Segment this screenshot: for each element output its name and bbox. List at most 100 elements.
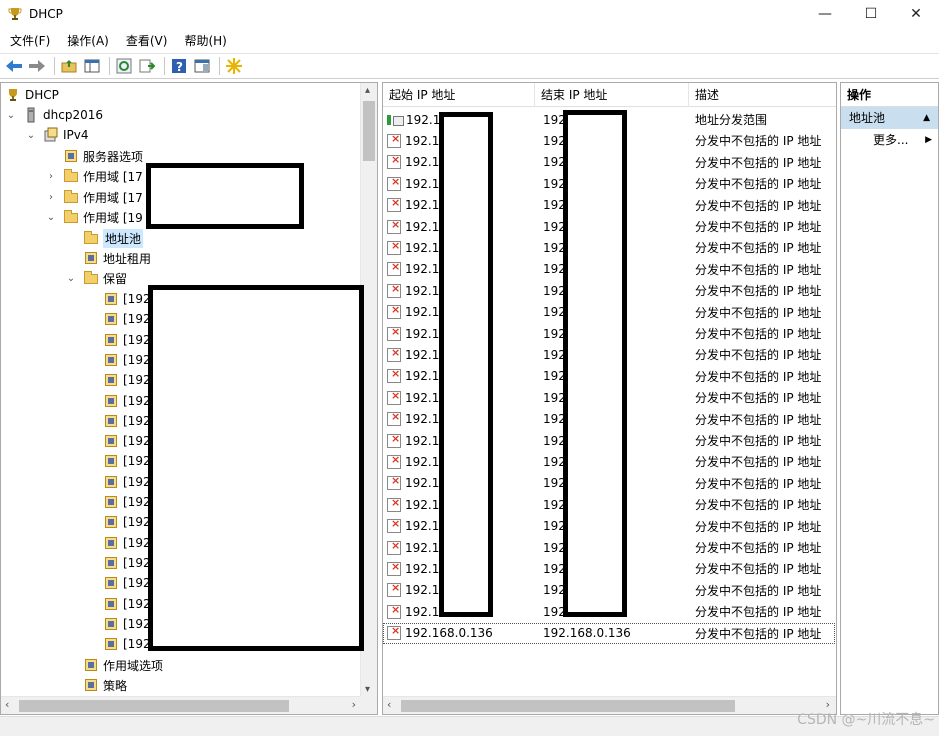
maximize-button[interactable]: ☐	[848, 0, 894, 28]
new-star-icon[interactable]	[224, 56, 244, 76]
actions-more-item[interactable]: 更多... ▶	[841, 129, 938, 151]
tree-node-reservation-item[interactable]: [192	[103, 411, 151, 431]
chevron-down-icon[interactable]: ⌄	[5, 110, 17, 121]
tree-node-scope-options[interactable]: 作用域选项	[83, 655, 163, 675]
collapse-up-icon[interactable]: ▲	[923, 107, 930, 129]
exclusion-icon	[387, 581, 401, 598]
tree-node-scope-1[interactable]: › 作用域 [17	[45, 166, 143, 186]
tree-node-reservation-item[interactable]: [192	[103, 350, 151, 370]
tree-node-ipv4[interactable]: ⌄ IPv4	[25, 125, 89, 145]
policy-icon	[83, 677, 99, 693]
tree-node-reservation-item[interactable]: [192	[103, 309, 151, 329]
tree-node-reservation-item[interactable]: [192	[103, 533, 151, 553]
chevron-down-icon[interactable]: ⌄	[25, 130, 37, 141]
console-tree-pane[interactable]: DHCP ⌄ dhcp2016 ⌄ IPv4 服务器选项 › 作用域 [17 ›…	[0, 82, 378, 715]
svg-text:?: ?	[176, 60, 183, 74]
tree-node-reservation-item[interactable]: [192	[103, 634, 151, 654]
tree-node-scope-2[interactable]: › 作用域 [17	[45, 187, 143, 207]
description-cell: 分发中不包括的 IP 地址	[695, 155, 822, 170]
show-console-tree-icon[interactable]	[82, 56, 102, 76]
exclusion-icon	[387, 325, 401, 341]
tree-label: [192	[123, 637, 151, 652]
tree-node-policies[interactable]: 策略	[83, 675, 127, 695]
tree-node-reservation-item[interactable]: [192	[103, 451, 151, 471]
tree-node-server-options[interactable]: 服务器选项	[63, 146, 143, 166]
tree-node-reservation-item[interactable]: [192	[103, 330, 151, 350]
menu-help[interactable]: 帮助(H)	[184, 32, 226, 49]
tree-node-reservation-item[interactable]: [192	[103, 391, 151, 411]
tree-horizontal-scrollbar[interactable]: ‹ ›	[1, 696, 362, 714]
menu-view[interactable]: 查看(V)	[126, 32, 168, 49]
tree-node-reservation-item[interactable]: [192	[103, 512, 151, 532]
submenu-arrow-icon: ▶	[925, 135, 932, 145]
list-horizontal-scrollbar[interactable]: ‹ ›	[383, 696, 836, 714]
reservation-icon	[103, 332, 119, 348]
tree-node-reservation-item[interactable]: [192	[103, 573, 151, 593]
minimize-button[interactable]: —	[802, 0, 848, 28]
menu-file[interactable]: 文件(F)	[10, 32, 50, 49]
tree-node-address-leases[interactable]: 地址租用	[83, 248, 151, 268]
column-header-start-ip[interactable]: 起始 IP 地址	[383, 83, 535, 107]
tree-node-reservation-item[interactable]: [192	[103, 370, 151, 390]
exclusion-icon	[387, 603, 401, 619]
window-title: DHCP	[29, 7, 63, 21]
start-ip-cell: 192.1	[406, 112, 441, 127]
tree-label: [192	[123, 474, 151, 489]
chevron-right-icon[interactable]: ›	[45, 192, 57, 203]
actions-section-address-pool[interactable]: 地址池 ▲	[841, 107, 938, 129]
help-icon[interactable]: ?	[169, 56, 189, 76]
tree-node-reservation-item[interactable]: [192	[103, 289, 151, 309]
actions-more-label: 更多...	[873, 133, 909, 147]
scroll-left-icon[interactable]: ‹	[5, 698, 9, 711]
description-cell: 分发中不包括的 IP 地址	[695, 498, 822, 513]
tree-node-reservations[interactable]: ⌄ 保留	[65, 268, 127, 288]
refresh-icon[interactable]	[114, 56, 134, 76]
tree-scroll-thumb[interactable]	[363, 101, 375, 161]
tree-node-reservation-item[interactable]: [192	[103, 614, 151, 634]
tree-label: 地址租用	[103, 251, 152, 266]
chevron-down-icon[interactable]: ⌄	[65, 273, 77, 284]
exclusion-icon	[387, 389, 401, 405]
scroll-up-icon[interactable]: ▴	[365, 85, 370, 96]
scroll-right-icon[interactable]: ›	[352, 698, 356, 711]
tree-label: 服务器选项	[83, 149, 144, 164]
tree-hscroll-thumb[interactable]	[19, 700, 289, 712]
export-list-icon[interactable]	[137, 56, 157, 76]
watermark: CSDN @~川流不息~	[797, 712, 935, 728]
tree-node-dhcp-root[interactable]: DHCP	[5, 85, 59, 105]
actions-header: 操作	[841, 83, 938, 107]
chevron-down-icon[interactable]: ⌄	[45, 212, 57, 223]
up-folder-icon[interactable]	[59, 56, 79, 76]
tree-node-reservation-item[interactable]: [192	[103, 431, 151, 451]
scroll-down-icon[interactable]: ▾	[365, 684, 370, 695]
tree-node-reservation-item[interactable]: [192	[103, 553, 151, 573]
tree-node-reservation-item[interactable]: [192	[103, 492, 151, 512]
details-list-pane[interactable]: 起始 IP 地址 结束 IP 地址 描述 192.1192地址分发范围192.1…	[382, 82, 837, 715]
list-row[interactable]: 192.168.0.136 192.168.0.136 分发中不包括的 IP 地址	[383, 622, 835, 644]
forward-arrow-icon[interactable]	[27, 56, 47, 76]
chevron-right-icon[interactable]: ›	[45, 171, 57, 182]
tree-label: IPv4	[63, 128, 89, 142]
reservation-icon	[103, 453, 119, 469]
back-arrow-icon[interactable]	[4, 56, 24, 76]
menu-action[interactable]: 操作(A)	[67, 32, 109, 49]
tree-node-reservation-item[interactable]: [192	[103, 472, 151, 492]
reservations-folder-icon	[83, 270, 99, 286]
column-header-description[interactable]: 描述	[689, 83, 835, 107]
start-ip-cell: 192.1	[405, 519, 440, 534]
column-header-end-ip[interactable]: 结束 IP 地址	[535, 83, 689, 107]
tree-label: 作用域选项	[103, 658, 164, 673]
tree-label: DHCP	[25, 88, 59, 102]
list-hscroll-thumb[interactable]	[401, 700, 735, 712]
scroll-left-icon[interactable]: ‹	[387, 698, 391, 711]
tree-node-reservation-item[interactable]: [192	[103, 594, 151, 614]
close-button[interactable]: ✕	[893, 0, 939, 28]
tree-node-address-pool[interactable]: 地址池	[83, 228, 144, 248]
tree-node-scope-3[interactable]: ⌄ 作用域 [19	[45, 207, 143, 227]
title-bar: DHCP — ☐ ✕	[0, 0, 939, 28]
show-action-pane-icon[interactable]	[192, 56, 212, 76]
tree-node-server[interactable]: ⌄ dhcp2016	[5, 105, 103, 125]
exclusion-icon	[387, 239, 401, 255]
tree-label: [192	[123, 393, 151, 408]
start-ip-cell: 192.1	[405, 604, 440, 619]
